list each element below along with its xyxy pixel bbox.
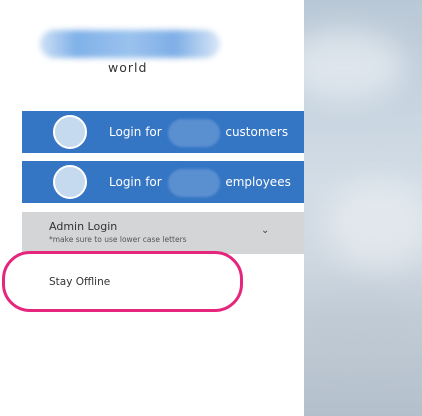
avatar-icon	[53, 115, 87, 149]
cloud-shape	[304, 300, 422, 360]
blurred-logo	[40, 30, 220, 58]
admin-login-toggle[interactable]: Admin Login *make sure to use lower case…	[22, 212, 304, 254]
admin-login-note: *make sure to use lower case letters	[49, 235, 187, 244]
login-employees-label: Login for employees	[109, 161, 291, 203]
cloud-shape	[304, 30, 404, 100]
chevron-down-icon[interactable]: ⌄	[261, 225, 269, 236]
login-panel: world Login for customers Login for empl…	[0, 0, 304, 416]
login-employees-suffix: employees	[225, 175, 291, 189]
login-employees-button[interactable]: Login for employees	[22, 161, 304, 203]
login-customers-button[interactable]: Login for customers	[22, 111, 304, 153]
login-customers-suffix: customers	[225, 125, 289, 139]
login-customers-label: Login for customers	[109, 111, 288, 153]
highlight-annotation	[2, 251, 243, 312]
login-employees-prefix: Login for	[109, 175, 162, 189]
background-sky-image	[304, 0, 422, 416]
admin-login-title: Admin Login	[49, 220, 118, 233]
cloud-shape	[324, 180, 422, 270]
redacted-company-name	[167, 118, 220, 147]
redacted-company-name	[167, 168, 220, 197]
avatar-icon	[53, 165, 87, 199]
logo-subtitle: world	[108, 60, 148, 75]
login-customers-prefix: Login for	[109, 125, 162, 139]
